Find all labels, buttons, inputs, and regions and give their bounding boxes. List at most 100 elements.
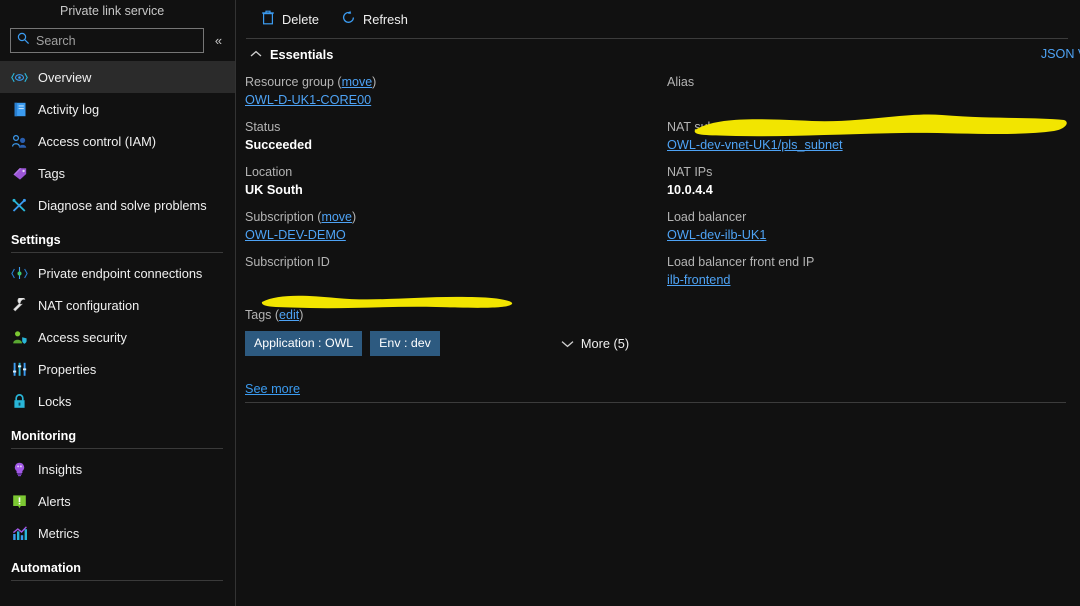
field-load-balancer-frontend-ip: Load balancer front end IP ilb-frontend bbox=[667, 253, 1046, 289]
more-label: More (5) bbox=[580, 336, 630, 351]
field-label: Subscription ID bbox=[245, 255, 330, 269]
label-text: Resource group ( bbox=[245, 75, 342, 89]
main-content: Delete Refresh Essentials JSON Resource … bbox=[236, 0, 1080, 606]
sidebar-item-nat-configuration[interactable]: NAT configuration bbox=[0, 289, 235, 321]
activity-log-icon bbox=[11, 101, 28, 118]
field-label: NAT IPs bbox=[667, 165, 713, 179]
sidebar-item-label: Metrics bbox=[38, 525, 80, 541]
essentials-right-column: Alias NAT subnet OWL-dev-vnet-UK1/pls_su… bbox=[666, 73, 1046, 298]
json-view-link[interactable]: JSON View bbox=[1041, 47, 1080, 61]
sidebar-item-label: Private endpoint connections bbox=[38, 265, 203, 281]
sidebar-item-insights[interactable]: Insights bbox=[0, 453, 235, 485]
azure-portal-private-link-service-overview: Private link service « bbox=[0, 0, 1080, 606]
tags-label: Tags (edit) bbox=[245, 306, 1080, 324]
move-link[interactable]: move bbox=[321, 210, 352, 224]
field-label: Load balancer front end IP bbox=[667, 255, 815, 269]
sidebar-item-label: Locks bbox=[38, 393, 72, 409]
location-value: UK South bbox=[245, 183, 303, 197]
chevron-up-icon bbox=[250, 45, 262, 63]
field-nat-subnet: NAT subnet OWL-dev-vnet-UK1/pls_subnet bbox=[667, 118, 1046, 154]
sidebar-item-label: Overview bbox=[38, 69, 92, 85]
tag-chip[interactable]: Application : OWL bbox=[245, 331, 363, 356]
refresh-icon bbox=[341, 10, 356, 28]
metrics-chart-icon bbox=[11, 525, 28, 542]
essentials-bottom-divider bbox=[245, 402, 1066, 403]
left-sidebar: Private link service « bbox=[0, 0, 236, 606]
overview-eye-icon bbox=[11, 69, 28, 86]
field-label: Location bbox=[245, 165, 293, 179]
refresh-button[interactable]: Refresh bbox=[332, 5, 417, 33]
delete-button[interactable]: Delete bbox=[252, 5, 328, 33]
field-resource-group: Resource group (move) OWL-D-UK1-CORE00 bbox=[245, 73, 666, 109]
sidebar-item-diagnose-and-solve-problems[interactable]: Diagnose and solve problems bbox=[0, 189, 235, 221]
load-balancer-frontend-link[interactable]: ilb-frontend bbox=[667, 271, 1046, 289]
refresh-label: Refresh bbox=[363, 11, 408, 27]
diagnose-tools-icon bbox=[11, 197, 28, 214]
subscription-id-value-redacted bbox=[245, 271, 666, 289]
essentials-label: Essentials bbox=[270, 46, 334, 62]
load-balancer-link[interactable]: OWL-dev-ilb-UK1 bbox=[667, 226, 1046, 244]
sliders-icon bbox=[11, 361, 28, 378]
sidebar-item-access-security[interactable]: Access security bbox=[0, 321, 235, 353]
sidebar-item-overview[interactable]: Overview bbox=[0, 61, 235, 93]
field-subscription-id: Subscription ID bbox=[245, 253, 666, 289]
sidebar-item-access-control[interactable]: Access control (IAM) bbox=[0, 125, 235, 157]
essentials-header: Essentials JSON View bbox=[236, 39, 1080, 67]
wrench-icon bbox=[11, 297, 28, 314]
chevron-down-icon bbox=[561, 336, 574, 351]
sidebar-item-activity-log[interactable]: Activity log bbox=[0, 93, 235, 125]
sidebar-divider bbox=[11, 252, 223, 253]
more-fields-toggle[interactable]: More (5) bbox=[561, 336, 629, 351]
field-subscription: Subscription (move) OWL-DEV-DEMO bbox=[245, 208, 666, 244]
search-box[interactable] bbox=[10, 28, 204, 53]
search-input[interactable] bbox=[36, 33, 197, 48]
sidebar-item-label: Insights bbox=[38, 461, 83, 477]
field-alias: Alias bbox=[667, 73, 1046, 109]
sidebar-item-label: NAT configuration bbox=[38, 297, 140, 313]
field-label: Alias bbox=[667, 75, 695, 89]
sidebar-item-tags[interactable]: Tags bbox=[0, 157, 235, 189]
collapse-sidebar-button[interactable]: « bbox=[210, 30, 227, 52]
private-endpoint-icon bbox=[11, 265, 28, 282]
sidebar-item-label: Alerts bbox=[38, 493, 71, 509]
search-icon bbox=[17, 32, 30, 50]
move-link[interactable]: move bbox=[342, 75, 373, 89]
field-label: Resource group (move) bbox=[245, 73, 666, 91]
resource-group-link[interactable]: OWL-D-UK1-CORE00 bbox=[245, 91, 666, 109]
essentials-left-column: Resource group (move) OWL-D-UK1-CORE00 S… bbox=[236, 73, 666, 298]
nat-subnet-link[interactable]: OWL-dev-vnet-UK1/pls_subnet bbox=[667, 136, 1046, 154]
sidebar-divider bbox=[11, 448, 223, 449]
field-location: Location UK South bbox=[245, 163, 666, 199]
sidebar-item-alerts[interactable]: Alerts bbox=[0, 485, 235, 517]
sidebar-item-properties[interactable]: Properties bbox=[0, 353, 235, 385]
sidebar-item-label: Diagnose and solve problems bbox=[38, 197, 207, 213]
field-status: Status Succeeded bbox=[245, 118, 666, 154]
sidebar-search-row: « bbox=[0, 22, 235, 61]
tags-label-text: Tags ( bbox=[245, 308, 280, 322]
lightbulb-icon bbox=[11, 461, 28, 478]
access-security-shield-icon bbox=[11, 329, 28, 346]
sidebar-item-label: Tags bbox=[38, 165, 66, 181]
essentials-collapse-toggle[interactable]: Essentials bbox=[250, 45, 333, 63]
sidebar-group-monitoring: Monitoring bbox=[11, 429, 77, 443]
sidebar-item-label: Activity log bbox=[38, 101, 100, 117]
sidebar-group-settings: Settings bbox=[11, 233, 61, 247]
sidebar-group-automation: Automation bbox=[11, 561, 81, 575]
access-control-people-icon bbox=[11, 133, 28, 150]
delete-label: Delete bbox=[282, 11, 319, 27]
tag-icon bbox=[11, 165, 28, 182]
sidebar-item-locks[interactable]: Locks bbox=[0, 385, 235, 417]
sidebar-item-metrics[interactable]: Metrics bbox=[0, 517, 235, 549]
tags-label-suffix: ) bbox=[299, 308, 304, 322]
field-nat-ips: NAT IPs 10.0.4.4 bbox=[667, 163, 1046, 199]
command-toolbar: Delete Refresh bbox=[236, 0, 1080, 38]
label-text: Subscription ( bbox=[245, 210, 322, 224]
edit-tags-link[interactable]: edit bbox=[279, 308, 299, 322]
sidebar-item-private-endpoint-connections[interactable]: Private endpoint connections bbox=[0, 257, 235, 289]
field-label: NAT subnet bbox=[667, 120, 732, 134]
tag-chip[interactable]: Env : dev bbox=[370, 331, 440, 356]
see-more-link[interactable]: See more bbox=[245, 382, 300, 396]
alias-value-redacted bbox=[667, 91, 1046, 109]
tags-section: Tags (edit) Application : OWL Env : dev … bbox=[236, 298, 1080, 356]
subscription-link[interactable]: OWL-DEV-DEMO bbox=[245, 226, 666, 244]
